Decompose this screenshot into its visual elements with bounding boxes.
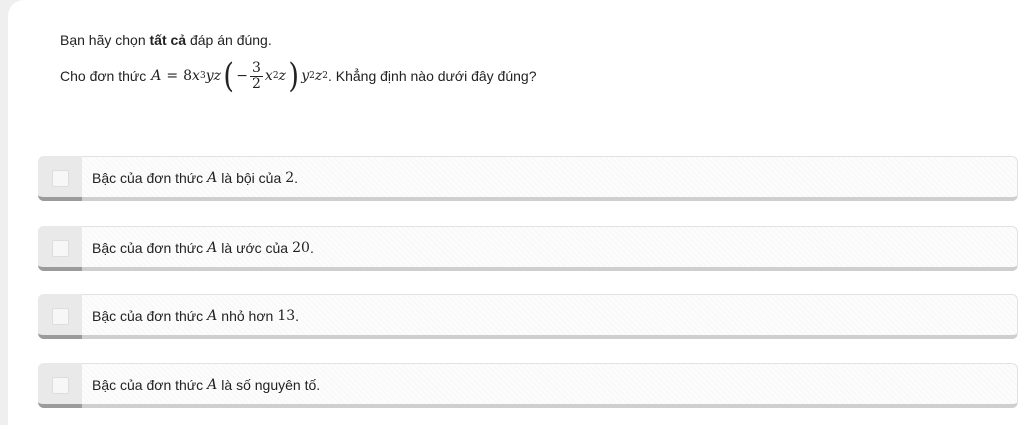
option-text: Bậc của đơn thức A nhỏ hơn 13 . xyxy=(92,295,299,336)
question-suffix: . Khẳng định nào dưới đây đúng? xyxy=(327,68,537,84)
option-text: Bậc của đơn thức A là bội của 2 . xyxy=(92,157,298,198)
option-var: A xyxy=(207,376,218,393)
option-prefix: Bậc của đơn thức xyxy=(92,239,204,256)
answer-option-4[interactable]: Bậc của đơn thức A là số nguyên tố. xyxy=(38,363,1018,408)
answer-option-2[interactable]: Bậc của đơn thức A là ước của 20 . xyxy=(38,226,1018,271)
instruction-prefix: Bạn hãy chọn xyxy=(60,32,150,48)
option-text: Bậc của đơn thức A là số nguyên tố. xyxy=(92,364,324,405)
option-var: A xyxy=(207,169,218,186)
option-end: . xyxy=(294,169,299,186)
answer-option-3[interactable]: Bậc của đơn thức A nhỏ hơn 13 . xyxy=(38,294,1018,339)
formula-z-inner: z xyxy=(278,68,286,84)
formula-x-inner: x xyxy=(264,68,273,84)
empty-checkbox-icon[interactable] xyxy=(52,170,69,187)
formula-open-paren: ( xyxy=(223,56,234,96)
formula-fraction: 3 2 xyxy=(249,59,263,92)
formula-yz: yz xyxy=(205,68,221,84)
empty-checkbox-icon[interactable] xyxy=(52,240,69,257)
option-number: 20 xyxy=(292,239,310,256)
instruction-suffix: đáp án đúng. xyxy=(186,32,272,48)
option-middle: nhỏ hơn xyxy=(221,307,274,324)
question-stem: Cho đơn thức A = 8 x3 yz ( − 3 2 x2 z ) … xyxy=(60,50,536,102)
formula-minus: − xyxy=(236,68,248,84)
empty-checkbox-icon[interactable] xyxy=(52,377,69,394)
option-var: A xyxy=(207,239,218,256)
question-prefix: Cho đơn thức xyxy=(60,68,147,84)
instruction-emphasis: tất cả xyxy=(149,32,187,48)
option-end: . xyxy=(295,307,300,324)
option-prefix: Bậc của đơn thức xyxy=(92,169,204,186)
formula-equals: = xyxy=(166,68,179,84)
option-prefix: Bậc của đơn thức xyxy=(92,376,204,393)
fraction-denominator: 2 xyxy=(251,75,261,92)
formula-y: y xyxy=(301,68,310,84)
option-text: Bậc của đơn thức A là ước của 20 . xyxy=(92,227,314,268)
formula-z: z xyxy=(314,68,323,84)
option-middle: là ước của xyxy=(221,239,289,256)
fraction-numerator: 3 xyxy=(249,59,263,77)
formula-close-paren: ) xyxy=(288,56,299,96)
option-middle: là bội của xyxy=(221,169,282,186)
question-card: Bạn hãy chọn tất cả đáp án đúng. Cho đơn… xyxy=(8,0,1024,425)
answer-option-1[interactable]: Bậc của đơn thức A là bội của 2 . xyxy=(38,156,1018,201)
empty-checkbox-icon[interactable] xyxy=(52,308,69,325)
option-prefix: Bậc của đơn thức xyxy=(92,307,204,324)
monomial-formula: A = 8 x3 yz ( − 3 2 x2 z ) y2 z2 xyxy=(151,56,328,96)
instruction-text: Bạn hãy chọn tất cả đáp án đúng. xyxy=(60,31,272,49)
option-middle: là số nguyên tố. xyxy=(221,376,321,393)
formula-x: x xyxy=(192,68,200,84)
option-end: . xyxy=(309,239,314,256)
option-number: 13 xyxy=(277,307,296,324)
option-number: 2 xyxy=(285,169,295,186)
formula-var-a: A xyxy=(151,68,162,84)
formula-coefficient: 8 xyxy=(183,68,193,84)
option-var: A xyxy=(207,307,218,324)
